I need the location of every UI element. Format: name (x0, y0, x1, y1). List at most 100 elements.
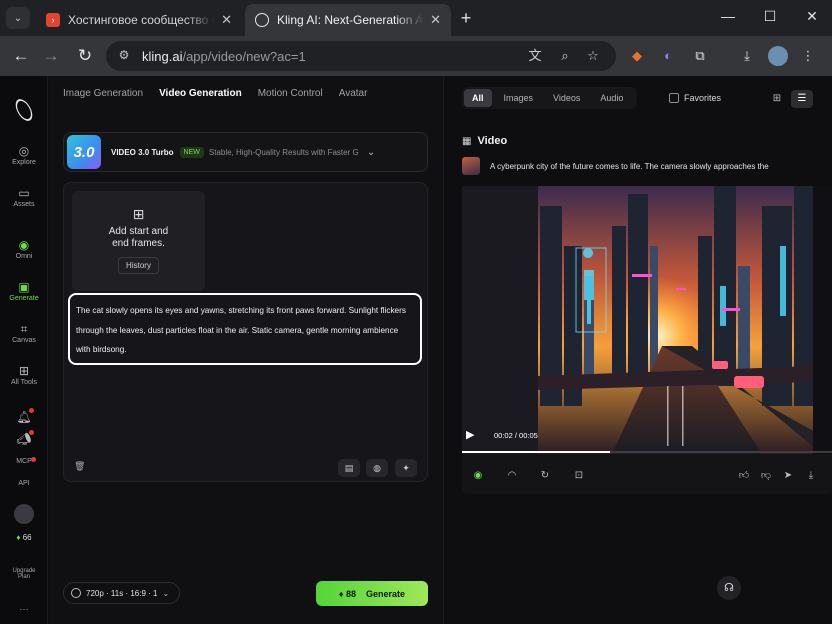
generate-cost: ♦ 88 (338, 588, 357, 599)
metamask-extension-icon[interactable]: ◆ (627, 46, 647, 66)
generate-label: Generate (366, 588, 406, 599)
frames-label: Add start and end frames. (108, 226, 169, 249)
model-name: VIDEO 3.0 Turbo (111, 147, 174, 157)
extensions-puzzle-icon[interactable]: ⧉ (690, 46, 710, 66)
announcements-button[interactable]: 📣︎ (0, 430, 48, 447)
browser-tab-active[interactable]: Kling AI: Next-Generation AI Cr ✕ (245, 4, 451, 36)
video-progress-bar[interactable] (462, 451, 832, 453)
close-tab-icon[interactable]: ✕ (221, 12, 232, 28)
forward-icon[interactable]: → (40, 45, 62, 67)
close-tab-icon[interactable]: ✕ (430, 12, 441, 28)
browser-tab[interactable]: › Хостинговое сообщество «Tim ✕ (36, 4, 242, 36)
browser-menu-icon[interactable]: ⋮ (798, 46, 818, 66)
rail-generate[interactable]: ▣ Generate (0, 280, 48, 302)
flame-icon: ♦ (16, 533, 21, 542)
compass-icon: ◎ (18, 144, 30, 158)
history-button[interactable]: History (118, 257, 159, 274)
user-avatar[interactable] (0, 504, 48, 526)
back-icon[interactable]: ← (10, 45, 32, 67)
profile-avatar[interactable] (768, 46, 788, 66)
video-settings-button[interactable]: 720p · 11s · 16:9 · 1 ⌄ (63, 582, 180, 604)
video-time: 00:02 / 00:05 (494, 431, 538, 440)
folder-icon: ▭ (18, 186, 30, 200)
video-mini-thumbnail (462, 157, 480, 175)
thumbs-down-icon[interactable]: 👎︎ (758, 468, 774, 484)
tab-video-generation[interactable]: Video Generation (159, 88, 242, 99)
credits-balance: ♦ 66 (16, 533, 32, 542)
video-player[interactable] (462, 186, 832, 454)
support-headset-icon[interactable]: ☊ (717, 576, 741, 600)
tab-title: Хостинговое сообщество «Tim (68, 13, 215, 27)
filter-audio[interactable]: Audio (592, 89, 631, 107)
generate-button[interactable]: ♦ 88 Generate (316, 581, 428, 606)
video-progress-fill (462, 451, 611, 453)
trash-icon[interactable]: 🗑︎ (74, 461, 85, 472)
window-close-icon[interactable]: ✕ (802, 8, 822, 25)
omni-icon: ◉ (18, 238, 30, 252)
url-text: kling.ai/app/video/new?ac=1 (142, 48, 306, 64)
omni-icon[interactable]: ◉ (470, 468, 486, 484)
tab-search-icon[interactable]: ⌄ (6, 7, 30, 29)
share-icon[interactable]: ➤ (780, 468, 796, 484)
rail-canvas[interactable]: ⌗ Canvas (0, 322, 48, 344)
tab-favicon-icon: › (46, 13, 60, 27)
prompt-input[interactable]: The cat slowly opens its eyes and yawns,… (68, 293, 422, 365)
preview-eye-icon[interactable]: ◠ (504, 468, 520, 484)
rail-assets[interactable]: ▭ Assets (0, 186, 48, 208)
regenerate-icon[interactable]: ↻ (537, 468, 553, 484)
new-badge: NEW (179, 146, 204, 158)
tab-avatar[interactable]: Avatar (339, 88, 368, 99)
generate-icon: ▣ (18, 280, 30, 294)
rail-omni[interactable]: ◉ Omni (0, 238, 48, 260)
tab-motion-control[interactable]: Motion Control (258, 88, 323, 99)
rail-all-tools[interactable]: ⊞ All Tools (0, 364, 48, 386)
minimize-icon[interactable]: — (718, 8, 738, 24)
download-icon[interactable]: ⤓ (803, 468, 819, 484)
bookmark-star-icon[interactable]: ☆ (584, 47, 602, 65)
notifications-button[interactable]: 🔔︎ (0, 408, 48, 425)
extension-icon[interactable]: ◐ (658, 46, 678, 66)
filter-images[interactable]: Images (496, 89, 542, 107)
prompt-editor: ⊞ Add start and end frames. History The c… (63, 182, 428, 482)
effects-icon[interactable]: ✦ (395, 459, 417, 477)
kling-logo[interactable] (12, 96, 36, 124)
thumbs-up-icon[interactable]: 👍︎ (736, 468, 752, 484)
favorites-toggle[interactable]: Favorites (669, 93, 721, 103)
location-icon[interactable]: ◍ (366, 459, 388, 477)
address-bar[interactable]: ⚙ kling.ai/app/video/new?ac=1 文 ⌕ ☆ (106, 41, 616, 71)
site-info-icon[interactable]: ⚙ (116, 48, 132, 64)
download-icon[interactable]: ⤓ (737, 46, 757, 66)
tab-image-generation[interactable]: Image Generation (63, 88, 143, 99)
rail-api[interactable]: API (0, 480, 48, 487)
model-selector[interactable]: 3.0 VIDEO 3.0 Turbo NEW Stable, High-Qua… (63, 132, 428, 172)
maximize-icon[interactable]: ☐ (760, 8, 780, 25)
tab-title: Kling AI: Next-Generation AI Cr (277, 13, 424, 27)
generation-panel: Image Generation Video Generation Motion… (49, 76, 442, 624)
chevron-down-icon: ⌄ (366, 146, 376, 158)
frames-upload-card[interactable]: ⊞ Add start and end frames. History (72, 191, 205, 291)
model-description: Stable, High-Quality Results with Faster… (208, 147, 359, 157)
chevron-down-icon: ⌄ (162, 588, 170, 598)
translate-icon[interactable]: 文 (526, 47, 544, 65)
zoom-icon[interactable]: ⌕ (556, 47, 574, 65)
new-tab-icon[interactable]: + (456, 8, 476, 29)
filter-all[interactable]: All (464, 89, 492, 107)
grid-icon: ⊞ (18, 364, 30, 378)
edit-icon[interactable]: ⊡ (571, 468, 587, 484)
save-prompt-icon[interactable]: ▤ (338, 459, 360, 477)
play-icon[interactable]: ▶ (466, 428, 478, 441)
more-icon[interactable]: ··· (0, 604, 48, 614)
grid-view-icon[interactable]: ⊞ (766, 90, 788, 108)
rail-explore[interactable]: ◎ Explore (0, 144, 48, 166)
list-view-icon[interactable]: ☰ (791, 90, 813, 108)
kling-app: ◎ Explore ▭ Assets ◉ Omni ▣ Generate ⌗ C… (0, 76, 832, 624)
reload-icon[interactable]: ↻ (74, 45, 96, 67)
video-prompt[interactable]: A cyberpunk city of the future comes to … (462, 157, 769, 175)
favorites-checkbox[interactable] (669, 93, 679, 103)
browser-tabstrip: ⌄ › Хостинговое сообщество «Tim ✕ Kling … (0, 0, 832, 36)
rail-mcp[interactable]: MCP (0, 457, 48, 465)
browser-toolbar: ← → ↻ ⚙ kling.ai/app/video/new?ac=1 文 ⌕ … (0, 36, 832, 76)
upgrade-plan-button[interactable]: Upgrade Plan (0, 568, 48, 580)
bell-icon: 🔔︎ (16, 410, 32, 424)
filter-videos[interactable]: Videos (545, 89, 588, 107)
